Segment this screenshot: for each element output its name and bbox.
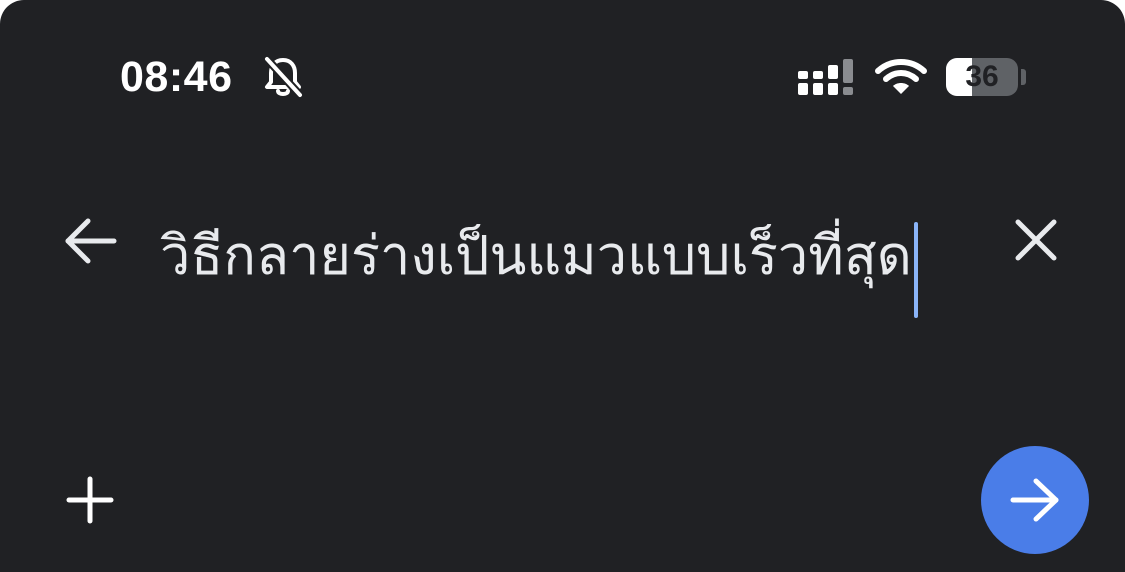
plus-icon[interactable] — [62, 472, 118, 528]
wifi-icon — [875, 59, 927, 94]
status-time: 08:46 — [120, 53, 233, 101]
send-arrow-icon — [1010, 478, 1059, 522]
text-caret — [913, 221, 918, 318]
battery-icon: 36 — [946, 58, 1018, 96]
search-input[interactable]: วิธีกลายร่างเป็นแมวแบบเร็วที่สุด — [160, 206, 980, 406]
search-query-text[interactable]: วิธีกลายร่างเป็นแมวแบบเร็วที่สุด — [160, 224, 912, 287]
bell-slash-icon — [264, 56, 303, 98]
send-button[interactable] — [981, 446, 1089, 554]
back-arrow-icon[interactable] — [60, 214, 120, 268]
battery-tip — [1021, 69, 1026, 85]
close-icon[interactable] — [1008, 212, 1064, 268]
search-screen: 08:46 36 วิธีกลายร่างเป็นแมวแบบเร็วที่สุ… — [0, 0, 1125, 572]
battery-level: 36 — [965, 60, 999, 93]
cellular-signal-icon — [798, 59, 853, 95]
